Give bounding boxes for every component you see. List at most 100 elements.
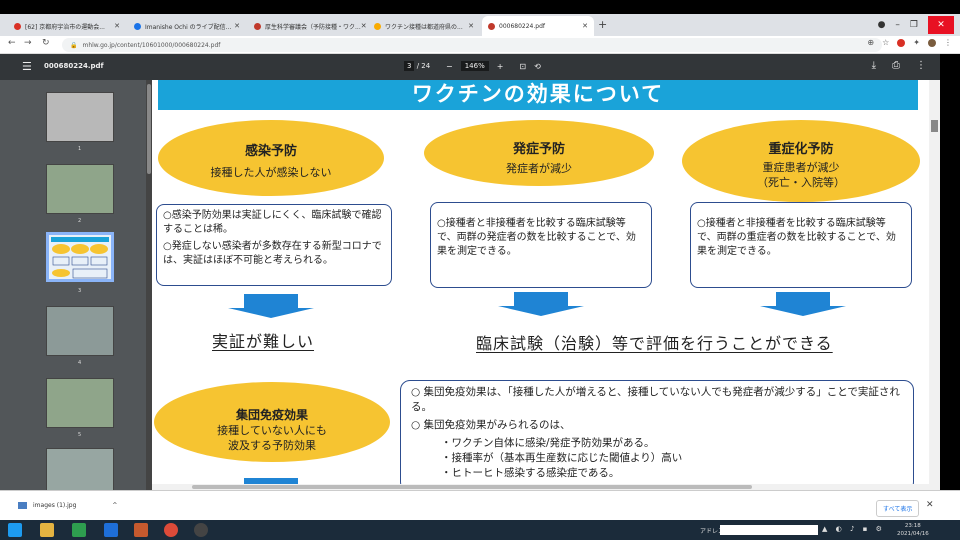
menu-kebab-icon[interactable]: ⋮ — [944, 38, 952, 47]
pdf-viewer[interactable]: ワクチンの効果について 感染予防 接種した人が感染しない ○感染予防効果は実証し… — [152, 80, 940, 490]
close-download-bar-icon[interactable]: ✕ — [926, 500, 934, 510]
store-icon[interactable] — [72, 523, 86, 537]
herd-immunity-ellipse: 集団免疫効果 接種していない人にも 波及する予防効果 — [154, 382, 390, 462]
zoom-icon[interactable]: ⊕ — [867, 38, 874, 47]
page-thumbnail[interactable] — [46, 306, 114, 356]
mhlw-icon — [254, 22, 261, 30]
onset-heading: 発症予防 — [512, 142, 565, 157]
clock-time: 23:18 — [904, 523, 921, 529]
taskbar-address-input[interactable] — [720, 525, 818, 535]
tab-label: ワクチン接種は都道府県の... — [385, 23, 463, 31]
lock-icon: 🔒 — [70, 41, 78, 49]
herd-subtitle-2: 波及する予防効果 — [228, 439, 316, 452]
herd-note-box: ○ 集団免疫効果は、「接種した人が増えると、接種していない人でも発症者が減少する… — [400, 380, 914, 490]
bookmark-star-icon[interactable]: ☆ — [882, 38, 889, 47]
thumbnail-sidebar: 1 2 3 4 5 — [0, 80, 152, 498]
clock-date: 2021/04/16 — [897, 531, 929, 537]
clinical-eval-label: 臨床試験（治験）等で評価を行うことができる — [476, 334, 833, 353]
page-total: / 24 — [416, 62, 431, 70]
profile-icon[interactable]: ● — [878, 20, 886, 30]
page-thumbnail[interactable] — [46, 164, 114, 214]
thumbnail-number: 4 — [78, 360, 82, 366]
close-tab-icon[interactable]: ✕ — [114, 22, 120, 30]
scroll-thumb[interactable] — [192, 485, 752, 489]
minimize-button[interactable]: – — [895, 20, 900, 30]
zoom-in-button[interactable]: + — [497, 62, 504, 71]
drive-icon — [374, 22, 381, 30]
back-icon[interactable]: ← — [8, 38, 16, 48]
address-bar: ← → ↻ 🔒 mhlw.go.jp/content/10601000/0006… — [0, 36, 960, 54]
system-tray-icons[interactable]: ▲ ◐ ♪ ▪ ⚙ — [822, 525, 885, 533]
extensions-puzzle-icon[interactable]: ✦ — [913, 38, 920, 47]
forward-icon[interactable]: → — [24, 38, 32, 48]
severe-note: ○接種者と非接種者を比較する臨床試験等で、両群の重症者の数を比較することで、効果… — [697, 218, 896, 257]
zoom-controls: − 146% + ⊡ ⟲ — [446, 61, 541, 71]
system-clock[interactable]: 23:18 2021/04/16 — [897, 522, 929, 538]
page-number-input[interactable]: 3 — [404, 61, 415, 71]
infection-note-1: ○感染予防効果は実証しにくく、臨床試験で確認することは稀。 — [163, 210, 382, 235]
download-item[interactable]: images (1).jpg ^ — [18, 502, 117, 509]
severe-subtitle-1: 重症患者が減少 — [762, 161, 840, 174]
sidebar-menu-icon[interactable]: ☰ — [22, 60, 32, 73]
infection-note-2: ○発症しない感染者が多数存在する新型コロナでは、実証はほぼ不可能と考えられる。 — [163, 241, 382, 266]
chrome-icon[interactable] — [164, 523, 178, 537]
vertical-scrollbar[interactable] — [929, 80, 940, 490]
infection-subtitle: 接種した人が感染しない — [210, 166, 332, 179]
onset-subtitle: 発症者が減少 — [506, 162, 572, 175]
page-thumbnail[interactable] — [46, 378, 114, 428]
thumbnail-number: 2 — [78, 218, 82, 224]
browser-tab[interactable]: 厚生科学審議会（予防接種・ワク... ✕ — [248, 16, 366, 36]
more-options-icon[interactable]: ⋮ — [916, 60, 926, 71]
close-tab-icon[interactable]: ✕ — [582, 22, 588, 30]
close-tab-icon[interactable]: ✕ — [468, 22, 474, 30]
close-window-button[interactable]: ✕ — [928, 16, 954, 34]
infection-prevention-ellipse: 感染予防 接種した人が感染しない — [158, 120, 384, 196]
sidebar-scroll-thumb[interactable] — [147, 84, 151, 174]
pdf-filename: 000680224.pdf — [44, 62, 104, 70]
hard-to-prove-label: 実証が難しい — [212, 332, 315, 351]
browser-tab[interactable]: Imanishe Ochi のライブ配信... ✕ — [128, 16, 246, 36]
window-controls: ● – ❐ ✕ — [878, 14, 954, 36]
download-filename: images (1).jpg — [33, 502, 77, 509]
avatar[interactable] — [928, 38, 936, 47]
print-icon[interactable]: ⎙ — [892, 60, 900, 71]
browser-tab[interactable]: [62] 京都府宇治市の運動会... ✕ — [8, 16, 126, 36]
media-player-icon[interactable] — [134, 523, 148, 537]
edge-icon[interactable] — [104, 523, 118, 537]
file-explorer-icon[interactable] — [40, 523, 54, 537]
browser-tab-strip: [62] 京都府宇治市の運動会... ✕ Imanishe Ochi のライブ配… — [0, 14, 960, 36]
browser-tab[interactable]: ワクチン接種は都道府県の... ✕ — [368, 16, 480, 36]
extension-icon[interactable] — [897, 38, 906, 47]
herd-subtitle-1: 接種していない人にも — [217, 424, 327, 437]
pdf-actions: ⤓ ⎙ ⋮ — [872, 60, 926, 71]
severe-note-box: ○接種者と非接種者を比較する臨床試験等で、両群の重症者の数を比較することで、効果… — [690, 202, 912, 288]
rotate-icon[interactable]: ⟲ — [534, 62, 541, 71]
youtube-icon — [14, 22, 21, 30]
zoom-out-button[interactable]: − — [446, 62, 453, 71]
severe-heading: 重症化予防 — [768, 142, 834, 157]
herd-note-2: ○ 集団免疫効果がみられるのは、 — [411, 419, 571, 431]
windows-start-icon[interactable] — [8, 523, 22, 537]
new-tab-button[interactable]: + — [598, 18, 607, 31]
thumbnail-preview — [51, 237, 109, 279]
scroll-thumb[interactable] — [931, 120, 938, 132]
pdf-toolbar: ☰ 000680224.pdf 3 / 24 − 146% + ⊡ ⟲ ⤓ ⎙ … — [0, 54, 940, 80]
zoom-level-input[interactable]: 146% — [460, 61, 489, 71]
page-thumbnail[interactable] — [46, 92, 114, 142]
page-thumbnail-current[interactable] — [46, 232, 114, 282]
browser-tab-active[interactable]: 000680224.pdf ✕ — [482, 16, 594, 36]
url-input[interactable]: 🔒 mhlw.go.jp/content/10601000/000680224.… — [62, 38, 882, 52]
infection-note-box: ○感染予防効果は実証しにくく、臨床試験で確認することは稀。 ○発症しない感染者が… — [156, 204, 392, 286]
restore-button[interactable]: ❐ — [910, 20, 918, 30]
omnibox-actions: ⊕ ☆ ✦ ⋮ — [867, 38, 952, 47]
url-text: mhlw.go.jp/content/10601000/000680224.pd… — [82, 41, 221, 49]
close-tab-icon[interactable]: ✕ — [361, 22, 366, 30]
fit-page-icon[interactable]: ⊡ — [519, 62, 526, 71]
close-tab-icon[interactable]: ✕ — [234, 22, 240, 30]
chevron-up-icon[interactable]: ^ — [112, 502, 117, 509]
obs-icon[interactable] — [194, 523, 208, 537]
show-all-downloads-button[interactable]: すべて表示 — [876, 500, 920, 517]
herd-bullet-3: ・ヒトーヒト感染する感染症である。 — [441, 467, 620, 479]
reload-icon[interactable]: ↻ — [42, 38, 50, 48]
download-icon[interactable]: ⤓ — [872, 60, 876, 71]
